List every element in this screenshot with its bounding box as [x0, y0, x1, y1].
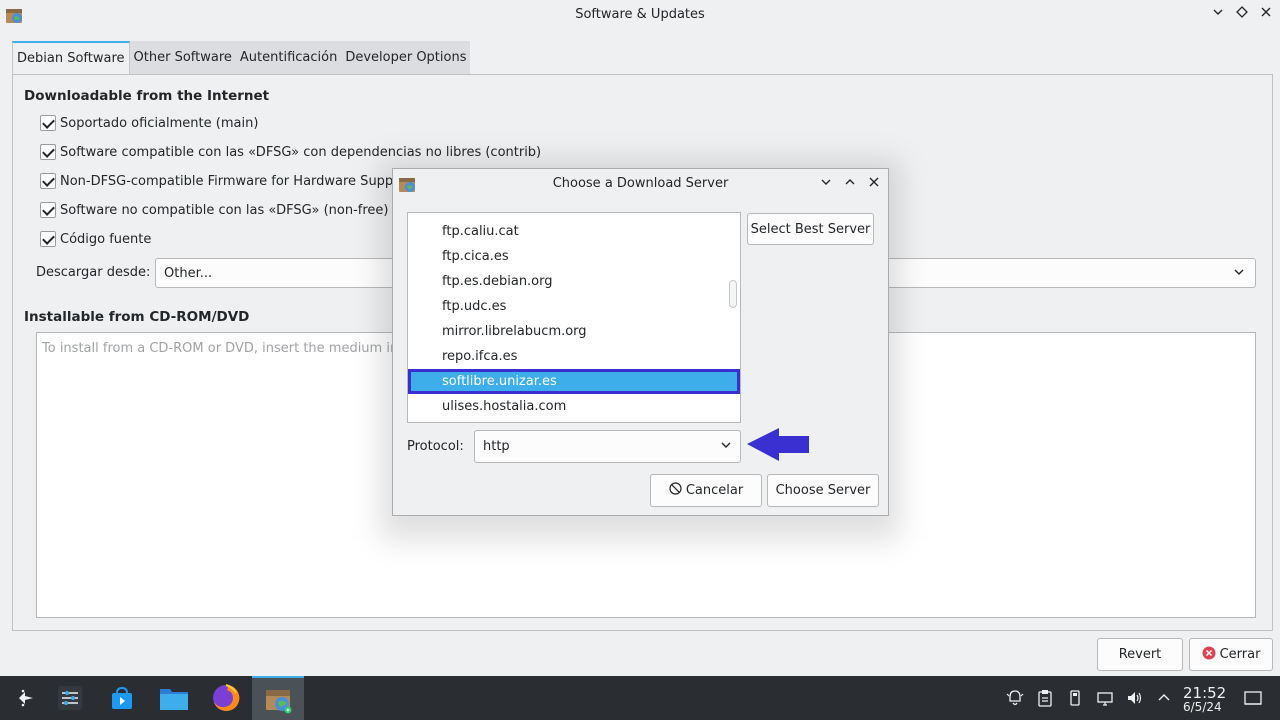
chevron-down-icon — [720, 439, 732, 455]
firefox-icon[interactable] — [200, 676, 252, 720]
annotation-arrow-icon — [745, 426, 811, 464]
option-firmware[interactable]: Non-DFSG-compatible Firmware for Hardwar… — [40, 172, 412, 190]
option-contrib-label: Software compatible con las «DFSG» con d… — [60, 144, 542, 160]
choose-server-label: Choose Server — [775, 483, 871, 498]
checkbox-firmware[interactable] — [40, 173, 56, 189]
network-icon[interactable] — [1096, 689, 1114, 707]
option-source-code-label: Código fuente — [60, 231, 152, 247]
server-list-item[interactable]: ftp.cica.es — [408, 244, 740, 269]
server-list-item-selected[interactable]: softlibre.unizar.es — [408, 369, 740, 394]
show-desktop-icon[interactable] — [1244, 689, 1262, 707]
minimize-button[interactable] — [1209, 6, 1227, 24]
protocol-value: http — [483, 439, 510, 454]
download-from-value: Other... — [164, 266, 213, 281]
dialog-title: Choose a Download Server — [552, 176, 729, 191]
revert-button-label: Revert — [1118, 647, 1162, 662]
cancel-icon — [669, 482, 682, 499]
protocol-label: Protocol: — [407, 439, 464, 454]
server-list-item[interactable]: mirror.librelabucm.org — [408, 319, 740, 344]
server-list[interactable]: ftp.caliu.cat ftp.cica.es ftp.es.debian.… — [407, 212, 741, 423]
server-list-item[interactable]: ftp.es.debian.org — [408, 269, 740, 294]
removable-device-icon[interactable] — [1066, 689, 1084, 707]
option-firmware-label: Non-DFSG-compatible Firmware for Hardwar… — [60, 173, 412, 189]
close-circle-icon — [1202, 646, 1216, 664]
chevron-down-icon — [1233, 266, 1245, 282]
dialog-minimize-button[interactable] — [818, 176, 834, 192]
checkbox-main[interactable] — [40, 115, 56, 131]
volume-icon[interactable] — [1126, 689, 1144, 707]
software-updates-taskbar-icon[interactable] — [252, 676, 304, 720]
system-settings-icon[interactable] — [44, 676, 96, 720]
select-best-server-label: Select Best Server — [750, 221, 871, 237]
discover-store-icon[interactable] — [96, 676, 148, 720]
checkbox-contrib[interactable] — [40, 144, 56, 160]
tab-other-software[interactable]: Other Software — [130, 41, 236, 74]
protocol-select[interactable]: http — [474, 430, 741, 463]
option-main-label: Soportado oficialmente (main) — [60, 115, 259, 131]
cancel-label: Cancelar — [685, 483, 744, 498]
dialog-close-button[interactable] — [866, 176, 882, 192]
clipboard-icon[interactable] — [1036, 689, 1054, 707]
window-titlebar: Software & Updates — [0, 0, 1280, 30]
maximize-button[interactable] — [1233, 6, 1251, 24]
cancel-button[interactable]: Cancelar — [650, 474, 762, 507]
download-from-label: Descargar desde: — [36, 265, 151, 280]
checkbox-non-free[interactable] — [40, 202, 56, 218]
window-title: Software & Updates — [575, 7, 705, 22]
taskbar — [0, 676, 1280, 720]
tab-debian-software[interactable]: Debian Software — [12, 41, 130, 74]
revert-button[interactable]: Revert — [1097, 638, 1183, 671]
cdrom-hint: To install from a CD-ROM or DVD, insert … — [42, 341, 421, 356]
chevron-up-icon[interactable] — [1155, 689, 1173, 707]
dialog-maximize-button[interactable] — [842, 176, 858, 192]
server-list-item[interactable]: repo.ifca.es — [408, 344, 740, 369]
tab-developer-options[interactable]: Developer Options — [341, 41, 470, 74]
choose-server-button[interactable]: Choose Server — [767, 474, 879, 507]
option-non-free[interactable]: Software no compatible con las «DFSG» (n… — [40, 201, 388, 219]
cdrom-heading: Installable from CD-ROM/DVD — [24, 309, 250, 325]
clock-date[interactable]: 6/5/24 — [1183, 700, 1222, 714]
internet-heading: Downloadable from the Internet — [24, 88, 270, 104]
checkbox-source-code[interactable] — [40, 231, 56, 247]
close-button[interactable]: Cerrar — [1189, 638, 1273, 671]
option-non-free-label: Software no compatible con las «DFSG» (n… — [60, 202, 389, 218]
server-list-item[interactable]: ftp.udc.es — [408, 294, 740, 319]
server-list-item[interactable]: ftp.caliu.cat — [408, 219, 740, 244]
option-main[interactable]: Soportado oficialmente (main) — [40, 114, 258, 132]
option-source-code[interactable]: Código fuente — [40, 230, 151, 248]
close-window-button[interactable] — [1257, 6, 1275, 24]
tab-authentication[interactable]: Autentificación — [236, 41, 341, 74]
server-list-item[interactable]: ulises.hostalia.com — [408, 394, 740, 419]
list-scrollbar[interactable] — [729, 280, 737, 308]
choose-server-dialog: Choose a Download Server ftp.caliu.cat f… — [392, 168, 889, 516]
notifications-icon[interactable] — [1006, 689, 1024, 707]
option-contrib[interactable]: Software compatible con las «DFSG» con d… — [40, 143, 541, 161]
tab-bar: Debian Software Other Software Autentifi… — [12, 41, 471, 74]
select-best-server-button[interactable]: Select Best Server — [747, 213, 874, 245]
file-manager-icon[interactable] — [148, 676, 200, 720]
close-button-label: Cerrar — [1219, 647, 1261, 662]
